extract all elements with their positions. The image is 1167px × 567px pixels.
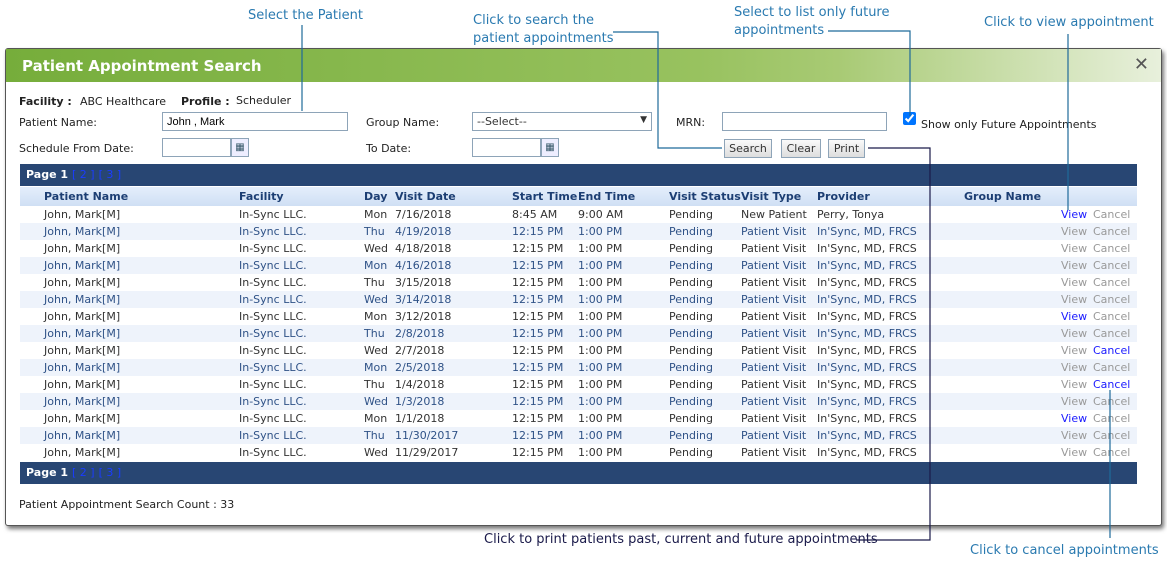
annotation-leader-lines xyxy=(301,25,1111,541)
